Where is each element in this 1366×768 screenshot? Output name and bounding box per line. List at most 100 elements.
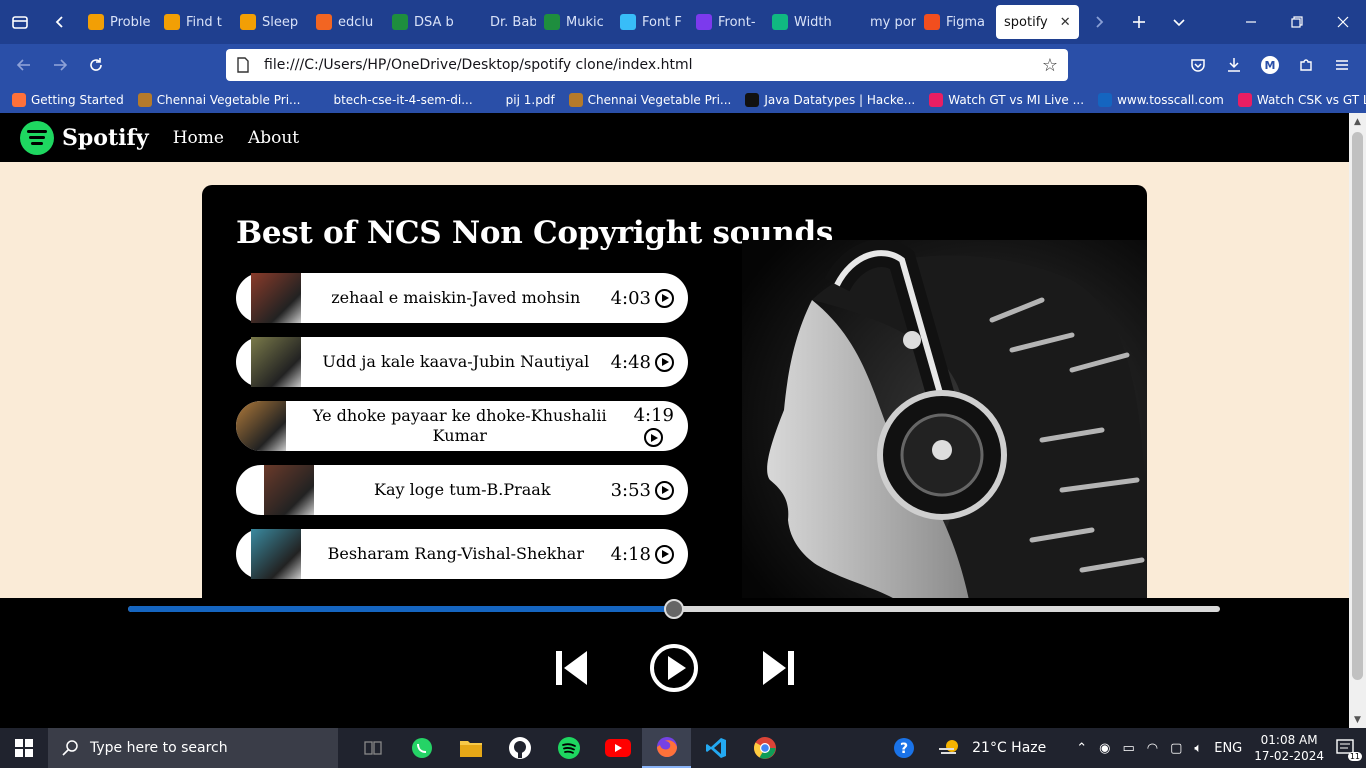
github-icon[interactable]	[495, 728, 544, 768]
bookmark-star-icon[interactable]: ☆	[1042, 55, 1058, 76]
tab-scroll-right-icon[interactable]	[1079, 0, 1119, 44]
page-scrollbar[interactable]: ▲ ▼	[1349, 113, 1366, 728]
browser-tab[interactable]: Front-	[688, 5, 764, 39]
back-icon[interactable]	[6, 44, 42, 86]
song-item[interactable]: Kay loge tum-B.Praak 3:53	[236, 465, 688, 515]
play-circle-icon[interactable]	[644, 428, 664, 447]
tab-label: Sleep	[262, 14, 299, 30]
browser-tab[interactable]: Proble	[80, 5, 156, 39]
nav-link-about[interactable]: About	[248, 128, 299, 148]
tab-spotify[interactable]: spotify ✕	[996, 5, 1079, 39]
record-icon[interactable]: ◉	[1099, 741, 1110, 756]
progress-fill	[128, 606, 674, 612]
pocket-icon[interactable]	[1180, 44, 1216, 86]
brand-name[interactable]: Spotify	[62, 125, 149, 151]
bookmark-item[interactable]: Java Datatypes | Hacke...	[745, 92, 915, 107]
previous-button[interactable]	[553, 648, 591, 688]
browser-tab[interactable]: Font F	[612, 5, 688, 39]
next-button[interactable]	[759, 648, 797, 688]
play-circle-icon[interactable]	[655, 352, 674, 372]
bookmark-favicon-icon	[12, 92, 26, 107]
help-icon[interactable]: ?	[879, 728, 928, 768]
bookmark-item[interactable]: Watch CSK vs GT Live ...	[1237, 92, 1366, 107]
show-hidden-icons[interactable]: ⌃	[1076, 741, 1087, 756]
task-view-icon[interactable]	[348, 728, 397, 768]
close-window-icon[interactable]	[1320, 0, 1366, 44]
firefox-icon[interactable]	[642, 728, 691, 768]
bookmark-item[interactable]: pij 1.pdf	[486, 92, 555, 107]
bookmark-favicon-icon	[314, 92, 329, 107]
bookmark-item[interactable]: Getting Started	[12, 92, 124, 107]
progress-slider[interactable]	[128, 599, 1220, 619]
nav-link-home[interactable]: Home	[173, 128, 224, 148]
browser-tab[interactable]: Mukic	[536, 5, 612, 39]
vscode-icon[interactable]	[691, 728, 740, 768]
tab-scroll-left-icon[interactable]	[40, 0, 80, 44]
tab-overview-icon[interactable]	[0, 0, 40, 44]
bookmark-item[interactable]: Chennai Vegetable Pri...	[568, 92, 731, 107]
restore-icon[interactable]	[1274, 0, 1320, 44]
skip-previous-icon	[556, 651, 587, 685]
play-circle-icon[interactable]	[655, 480, 674, 500]
play-button[interactable]	[649, 643, 699, 693]
battery-icon[interactable]: ▭	[1122, 741, 1134, 756]
wifi-icon[interactable]: ◠	[1147, 741, 1158, 756]
clock[interactable]: 01:08 AM 17-02-2024	[1254, 732, 1324, 764]
chrome-icon[interactable]	[740, 728, 789, 768]
play-circle-icon[interactable]	[655, 544, 674, 564]
file-explorer-icon[interactable]	[446, 728, 495, 768]
bookmark-favicon-icon	[486, 92, 501, 107]
progress-handle[interactable]	[664, 599, 684, 619]
song-title: Udd ja kale kaava-Jubin Nautiyal	[322, 352, 590, 371]
spotify-app-icon[interactable]	[544, 728, 593, 768]
list-all-tabs-icon[interactable]	[1159, 0, 1199, 44]
windows-start-icon[interactable]	[0, 728, 48, 768]
address-bar[interactable]: file:///C:/Users/HP/OneDrive/Desktop/spo…	[226, 49, 1068, 81]
taskbar-search[interactable]: Type here to search	[48, 728, 338, 768]
forward-icon[interactable]	[42, 44, 78, 86]
browser-tab[interactable]: edclu	[308, 5, 384, 39]
bookmark-favicon-icon	[1237, 92, 1252, 107]
bookmark-item[interactable]: Watch GT vs MI Live ...	[929, 92, 1084, 107]
notification-center[interactable]: 11	[1336, 739, 1362, 761]
browser-tab[interactable]: Find t	[156, 5, 232, 39]
downloads-icon[interactable]	[1216, 44, 1252, 86]
browser-tab[interactable]: Dr. Babasa	[460, 5, 536, 39]
menu-icon[interactable]	[1324, 44, 1360, 86]
browser-tab[interactable]: Figma	[916, 5, 992, 39]
browser-tab[interactable]: Width	[764, 5, 840, 39]
language-indicator[interactable]: ENG	[1214, 741, 1242, 756]
tab-label: spotify	[1004, 14, 1048, 30]
weather-haze-icon	[939, 740, 959, 754]
song-item[interactable]: Ye dhoke payaar ke dhoke-Khushalii Kumar…	[236, 401, 688, 451]
play-circle-icon[interactable]	[655, 288, 674, 308]
bookmark-label: Watch CSK vs GT Live ...	[1256, 92, 1366, 107]
bookmark-item[interactable]: www.tosscall.com	[1098, 92, 1224, 107]
account-avatar[interactable]: M	[1252, 44, 1288, 86]
browser-tab[interactable]: DSA b	[384, 5, 460, 39]
volume-icon[interactable]: 🔈︎	[1194, 741, 1202, 756]
tab-favicon-icon	[88, 14, 104, 30]
close-icon[interactable]: ✕	[1060, 15, 1071, 30]
url-text[interactable]: file:///C:/Users/HP/OneDrive/Desktop/spo…	[264, 57, 693, 73]
song-item[interactable]: Udd ja kale kaava-Jubin Nautiyal 4:48	[236, 337, 688, 387]
reload-icon[interactable]	[78, 44, 114, 86]
song-item[interactable]: Besharam Rang-Vishal-Shekhar 4:18	[236, 529, 688, 579]
scroll-down-icon[interactable]: ▼	[1349, 711, 1366, 728]
bookmark-item[interactable]: btech-cse-it-4-sem-di...	[314, 92, 473, 107]
extensions-icon[interactable]	[1288, 44, 1324, 86]
meet-now-icon[interactable]: ▢	[1170, 741, 1182, 756]
spotify-logo-icon[interactable]	[20, 120, 54, 155]
bookmark-item[interactable]: Chennai Vegetable Pri...	[137, 92, 300, 107]
youtube-icon[interactable]	[593, 728, 642, 768]
whatsapp-icon[interactable]	[397, 728, 446, 768]
scroll-up-icon[interactable]: ▲	[1349, 113, 1366, 130]
scroll-thumb[interactable]	[1352, 132, 1363, 680]
bookmark-label: btech-cse-it-4-sem-di...	[333, 92, 473, 107]
new-tab-icon[interactable]	[1119, 0, 1159, 44]
minimize-icon[interactable]	[1228, 0, 1274, 44]
browser-tab[interactable]: Sleep	[232, 5, 308, 39]
song-item[interactable]: zehaal e maiskin-Javed mohsin 4:03	[236, 273, 688, 323]
weather-text[interactable]: 21°C Haze	[972, 740, 1046, 756]
browser-tab[interactable]: my portfo	[840, 5, 916, 39]
